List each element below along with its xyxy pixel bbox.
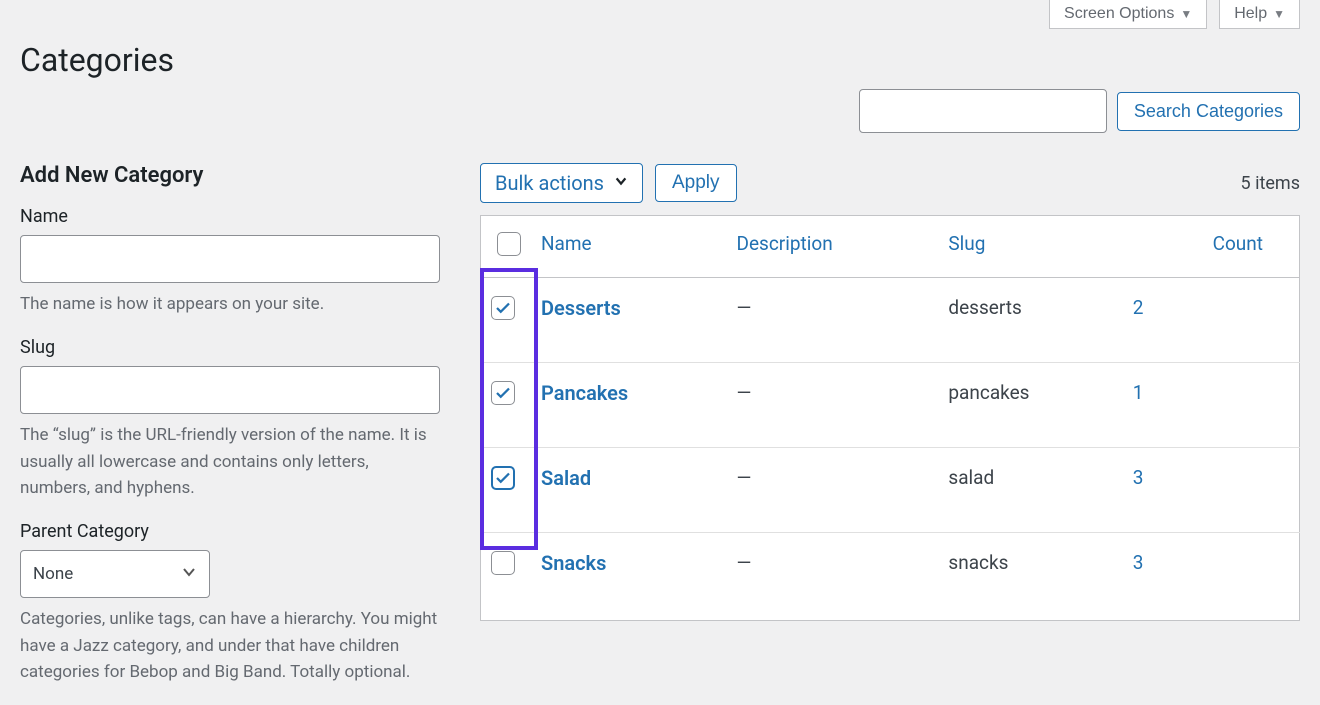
category-count-link[interactable]: 1 — [1133, 381, 1144, 404]
add-new-category-heading: Add New Category — [20, 163, 440, 188]
screen-options-label: Screen Options — [1064, 5, 1174, 23]
column-header-name[interactable]: Name — [531, 216, 727, 278]
category-description: — — [727, 533, 939, 621]
name-help: The name is how it appears on your site. — [20, 291, 440, 317]
category-count-link[interactable]: 3 — [1133, 466, 1144, 489]
caret-down-icon: ▼ — [1180, 7, 1192, 21]
category-count-link[interactable]: 2 — [1133, 296, 1144, 319]
category-slug: pancakes — [938, 363, 1122, 448]
categories-table: Name Description Slug Count Desserts—des… — [480, 215, 1300, 621]
category-name-link[interactable]: Salad — [541, 466, 591, 490]
bulk-actions-select[interactable]: Bulk actions — [480, 163, 643, 203]
parent-category-help: Categories, unlike tags, can have a hier… — [20, 606, 440, 685]
help-label: Help — [1234, 5, 1267, 23]
name-label: Name — [20, 206, 440, 227]
row-checkbox[interactable] — [491, 296, 515, 320]
table-row: Desserts —desserts 2 — [481, 278, 1300, 363]
category-slug: desserts — [938, 278, 1122, 363]
column-header-count[interactable]: Count — [1123, 216, 1300, 278]
slug-label: Slug — [20, 337, 440, 358]
category-count-link[interactable]: 3 — [1133, 551, 1144, 574]
help-tab[interactable]: Help ▼ — [1219, 0, 1300, 29]
category-slug: snacks — [938, 533, 1122, 621]
category-description: — — [727, 363, 939, 448]
row-checkbox[interactable] — [491, 551, 515, 575]
slug-help: The “slug” is the URL-friendly version o… — [20, 422, 440, 501]
page-title: Categories — [20, 41, 1300, 79]
select-all-checkbox[interactable] — [497, 232, 521, 256]
category-description: — — [727, 278, 939, 363]
category-name-link[interactable]: Snacks — [541, 551, 606, 575]
caret-down-icon: ▼ — [1273, 7, 1285, 21]
search-input[interactable] — [859, 89, 1107, 133]
screen-options-tab[interactable]: Screen Options ▼ — [1049, 0, 1207, 29]
category-name-link[interactable]: Desserts — [541, 296, 621, 320]
table-row: Salad —salad 3 — [481, 448, 1300, 533]
row-checkbox[interactable] — [491, 381, 515, 405]
category-slug: salad — [938, 448, 1122, 533]
search-categories-button[interactable]: Search Categories — [1117, 92, 1300, 131]
table-row: Snacks —snacks 3 — [481, 533, 1300, 621]
column-header-slug[interactable]: Slug — [938, 216, 1122, 278]
parent-category-label: Parent Category — [20, 521, 440, 542]
chevron-down-icon — [181, 564, 197, 585]
table-row: Pancakes —pancakes 1 — [481, 363, 1300, 448]
column-header-description[interactable]: Description — [727, 216, 939, 278]
items-count: 5 items — [1241, 173, 1300, 194]
apply-button[interactable]: Apply — [655, 164, 737, 202]
parent-category-select[interactable]: None — [20, 550, 210, 598]
parent-category-selected: None — [33, 564, 73, 584]
chevron-down-icon — [614, 174, 628, 192]
category-description: — — [727, 448, 939, 533]
bulk-actions-label: Bulk actions — [495, 171, 604, 195]
category-name-link[interactable]: Pancakes — [541, 381, 628, 405]
row-checkbox[interactable] — [491, 466, 515, 490]
name-input[interactable] — [20, 235, 440, 283]
slug-input[interactable] — [20, 366, 440, 414]
